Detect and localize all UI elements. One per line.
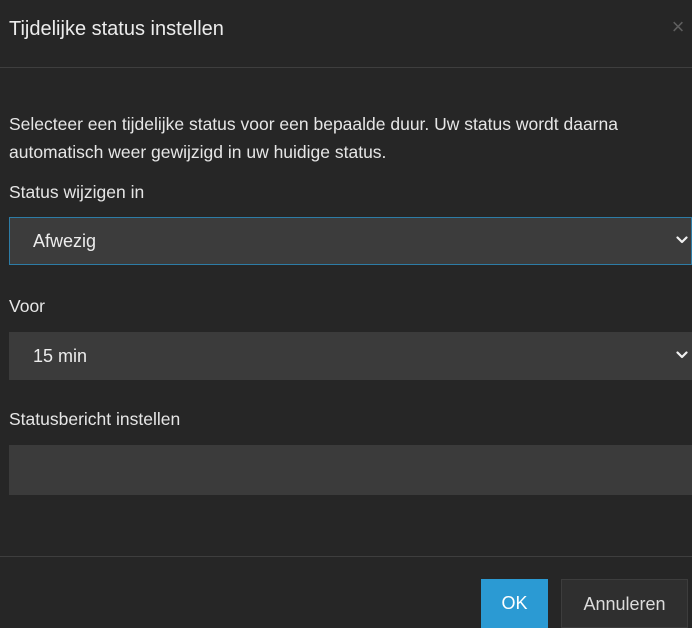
status-label: Status wijzigen in <box>9 182 145 202</box>
close-icon[interactable]: × <box>668 14 688 40</box>
chevron-down-icon <box>676 236 688 244</box>
dialog-description: Selecteer een tijdelijke status voor een… <box>9 114 618 162</box>
duration-select-value: 15 min <box>33 346 88 366</box>
status-select[interactable]: Afwezig <box>9 217 692 265</box>
status-message-input[interactable] <box>9 445 692 495</box>
ok-button[interactable]: OK <box>481 579 548 628</box>
status-select-value: Afwezig <box>33 231 97 251</box>
dialog-title: Tijdelijke status instellen <box>9 18 224 40</box>
footer-divider <box>0 556 692 557</box>
cancel-button[interactable]: Annuleren <box>561 579 688 628</box>
chevron-down-icon <box>676 351 688 359</box>
duration-select[interactable]: 15 min <box>9 332 692 380</box>
duration-label: Voor <box>9 296 45 316</box>
temporary-status-dialog: Tijdelijke status instellen × Selecteer … <box>0 0 692 628</box>
dialog-header: Tijdelijke status instellen × <box>0 0 692 68</box>
status-message-label: Statusbericht instellen <box>9 409 181 429</box>
